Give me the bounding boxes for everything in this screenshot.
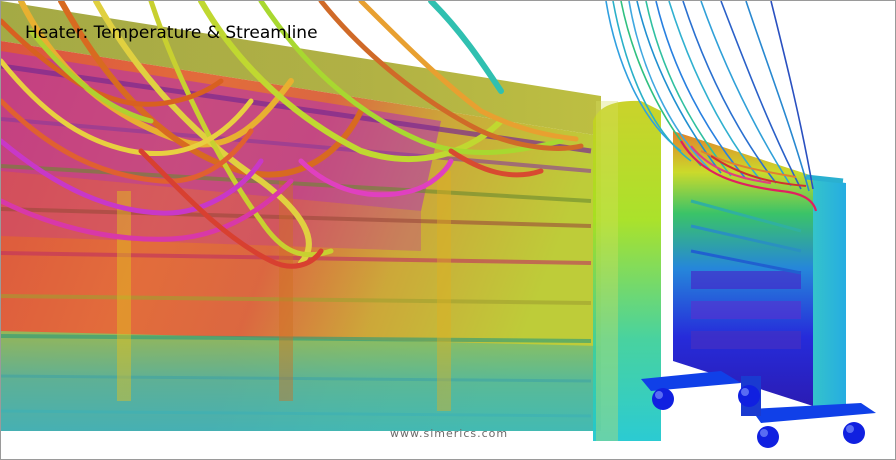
heater-simulation-render	[1, 1, 876, 448]
watermark-text: www.simerics.com	[390, 427, 509, 440]
wheel-icon	[843, 422, 865, 444]
wheel-icon	[757, 426, 779, 448]
render-viewport: Heater: Temperature & Streamline www.sim…	[0, 0, 896, 460]
wheel-icon	[652, 388, 674, 410]
render-title: Heater: Temperature & Streamline	[25, 23, 318, 43]
small-heater	[673, 131, 846, 411]
wheel-icon	[738, 385, 760, 407]
